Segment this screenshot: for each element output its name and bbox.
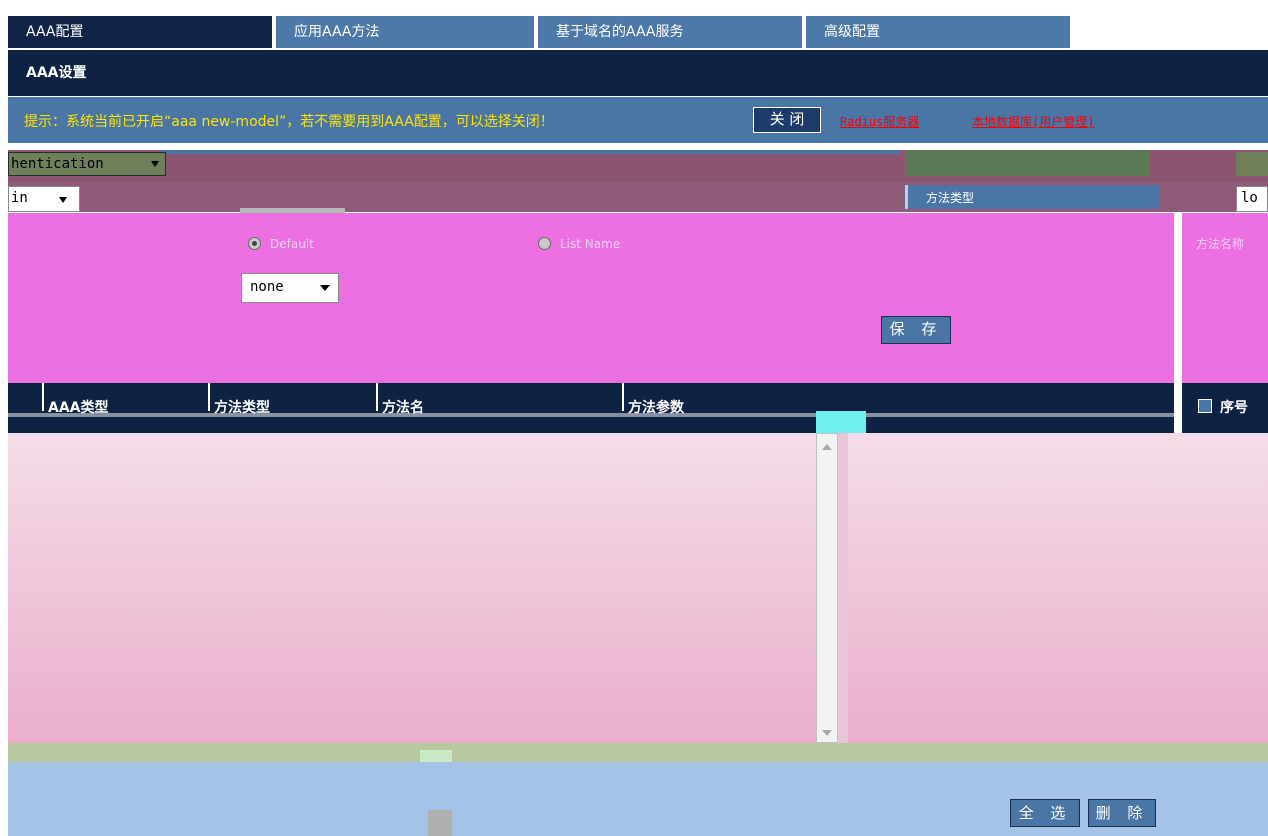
list-divider [838, 433, 848, 743]
scroll-down-icon[interactable] [822, 730, 832, 736]
radio-default-label: Default [270, 237, 314, 251]
right-table-header: 序号 [1182, 383, 1268, 433]
chevron-down-icon [320, 285, 330, 291]
delete-button[interactable]: 删 除 [1088, 799, 1156, 827]
glitch-block-cyan [816, 411, 866, 433]
col-index: 序号 [1220, 400, 1248, 416]
type-select[interactable]: hentication [8, 152, 166, 176]
table-header: AAA类型 方法类型 方法名 方法参数 [8, 383, 1174, 433]
method-select[interactable]: none [241, 273, 339, 303]
method-config-panel: Default List Name none 保 存 [8, 213, 1174, 383]
radio-list-name[interactable] [538, 237, 551, 250]
select-all-checkbox[interactable] [1198, 399, 1212, 413]
method-list-scrollbar[interactable] [816, 433, 838, 743]
glitch-block-gray [428, 810, 452, 836]
tab-domain-aaa-service[interactable]: 基于域名的AAA服务 [538, 16, 802, 48]
method-list[interactable] [8, 433, 816, 743]
close-aaa-button[interactable]: 关 闭 [753, 107, 821, 133]
method-list-right[interactable] [848, 433, 1268, 743]
section-title: AAA设置 [8, 50, 1268, 96]
chevron-down-icon [151, 161, 159, 167]
glitch-transition [8, 743, 1268, 762]
radio-list-name-label: List Name [560, 237, 621, 251]
column-separator [42, 383, 44, 411]
chevron-down-icon [59, 197, 67, 203]
glitch-stripe [8, 413, 1174, 417]
glitch-block-green [905, 150, 1150, 176]
column-separator [208, 383, 210, 411]
method-name-label: 方法名称 [1196, 237, 1245, 251]
tab-aaa-config[interactable]: AAA配置 [8, 16, 272, 48]
save-button[interactable]: 保 存 [881, 316, 951, 344]
scroll-up-icon[interactable] [822, 444, 832, 450]
glitch-stripe [160, 150, 900, 154]
local-database-link[interactable]: 本地数据库(用户管理) [972, 113, 1094, 130]
method-select-value: none [250, 279, 284, 295]
right-panel: 方法名称 [1182, 213, 1268, 383]
right-select-top[interactable] [1236, 152, 1268, 176]
notice-bar: 提示：系统当前已开启“aaa new-model”，若不需要用到AAA配置，可以… [8, 97, 1268, 143]
right-select[interactable]: lo [1236, 186, 1268, 212]
right-select-value: lo [1241, 190, 1258, 206]
column-separator [376, 383, 378, 411]
select-all-button[interactable]: 全 选 [1010, 799, 1080, 827]
tab-apply-aaa-method[interactable]: 应用AAA方法 [276, 16, 534, 48]
notice-text: 提示：系统当前已开启“aaa new-model”，若不需要用到AAA配置，可以… [24, 114, 554, 130]
divider [1174, 213, 1182, 433]
login-select[interactable]: in [8, 186, 80, 212]
radio-default[interactable] [248, 237, 261, 250]
method-type-field: 方法类型 [905, 185, 1160, 209]
method-type-label: 方法类型 [926, 191, 975, 205]
type-select-value: hentication [11, 156, 104, 172]
radius-server-link[interactable]: Radius服务器 [840, 113, 919, 130]
login-select-value: in [11, 190, 28, 206]
tab-advanced-config[interactable]: 高级配置 [806, 16, 1070, 48]
column-separator [622, 383, 624, 411]
